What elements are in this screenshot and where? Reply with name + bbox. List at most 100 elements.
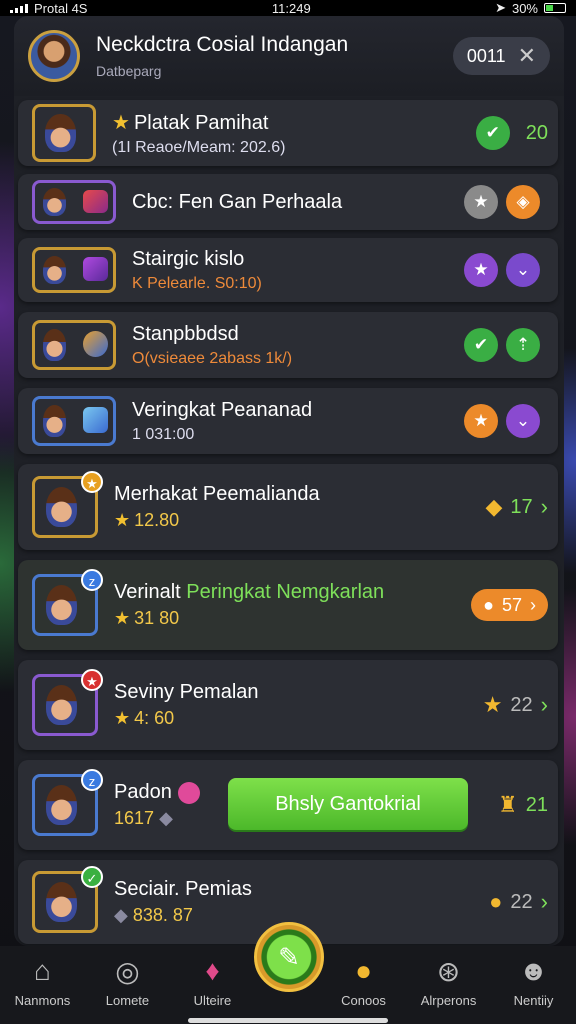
row-title: Platak Pamihat [133, 111, 269, 134]
star-icon: ★ [464, 185, 498, 219]
gem-icon: ◆ [159, 808, 173, 828]
down-icon: ⌄ [506, 253, 540, 287]
nav-item-target[interactable]: ◎ Lomete [85, 955, 170, 1008]
grid-icon: ⊛ [436, 956, 461, 987]
row-subtitle: O(vsieaee 2abass 1k/) [132, 349, 293, 367]
nav-item-grid[interactable]: ⊛ Alrperons [406, 955, 491, 1008]
gem-icon: ♦ [205, 955, 220, 986]
hero-thumbnail [32, 180, 116, 224]
carrier-label: Protal 4S [34, 0, 88, 16]
status-bar: Protal 4S 11:249 ➤ 30% [0, 0, 576, 16]
nav-item-coins[interactable]: ● Conoos [321, 955, 406, 1008]
row-title: Seciair. Pemias [114, 878, 252, 900]
row-points: 31 80 [134, 608, 180, 628]
score-pill[interactable]: ● 57 › [471, 589, 548, 621]
location-icon: ➤ [495, 0, 506, 15]
row-title: Merhakat Peemalianda [114, 483, 320, 505]
hero-thumbnail [32, 247, 116, 293]
hero-thumbnail: ★ [32, 471, 103, 538]
hero-thumbnail: z [32, 769, 103, 836]
chevron-right-icon[interactable]: › [541, 692, 548, 718]
list-item[interactable]: z Padon 1617 ◆ Bhsly Gantokrial ♜ 21 [18, 760, 558, 850]
star-icon: ★ [112, 111, 130, 134]
person-icon: ☻ [518, 955, 549, 986]
gem-icon: ◆ [114, 905, 133, 925]
star-icon: ★ [482, 692, 503, 717]
counter-pill[interactable]: 0011 ✕ [452, 37, 550, 75]
battery-percent: 30% [511, 0, 538, 16]
battery-icon [544, 3, 566, 13]
chevron-right-icon: › [530, 594, 536, 615]
rank-badge: ✓ [81, 866, 103, 888]
list-item[interactable]: z Verinalt Peringkat Nemgkarlan ★ 31 80 ●… [18, 560, 558, 650]
row-score: 22 [510, 890, 533, 913]
center-action-button[interactable]: ✎ [254, 922, 324, 992]
panel-header: Neckdctra Cosial Indangan Datbeparg 0011… [14, 16, 564, 96]
check-icon: ✔ [475, 116, 510, 150]
hero-thumbnail [32, 320, 116, 370]
hero-thumbnail [32, 104, 96, 162]
close-icon[interactable]: ✕ [518, 43, 536, 69]
list-item[interactable]: ★ Merhakat Peemalianda ★ 12.80 ◆ 17 › [18, 464, 558, 550]
hero-thumbnail: ★ [32, 669, 103, 736]
list-item[interactable]: Stairgic kislo K Pelearle. S0:10) ★ ⌄ [18, 238, 558, 302]
row-title: Cbc: Fen Gan Perhaala [132, 190, 343, 213]
rank-badge: z [81, 569, 103, 591]
home-indicator[interactable] [188, 1018, 388, 1023]
row-title: Veringkat Peananad [132, 398, 313, 421]
row-points: 12.80 [134, 510, 180, 530]
target-icon: ◎ [115, 956, 140, 987]
nav-item-profile[interactable]: ☻ Nentiiy [491, 955, 576, 1008]
nav-label: Ulteire [193, 993, 232, 1008]
down-icon: ⌄ [506, 404, 540, 438]
check-icon: ✔ [464, 328, 498, 362]
claim-button[interactable]: Bhsly Gantokrial [228, 778, 468, 830]
nav-label: Alrperons [420, 993, 477, 1008]
coin-icon: ● [355, 955, 372, 986]
row-title: Stanpbbdsd [132, 322, 239, 345]
notification-icon [177, 781, 200, 804]
row-score: 17 [510, 495, 533, 518]
row-score: 57 [501, 594, 522, 615]
row-score: 22 [510, 693, 533, 716]
list-item[interactable]: ★ Seviny Pemalan ★ 4: 60 ★ 22 › [18, 660, 558, 750]
list-item[interactable]: Cbc: Fen Gan Perhaala ★ ◈ [18, 174, 558, 230]
chevron-right-icon[interactable]: › [541, 494, 548, 520]
rank-badge: ★ [81, 471, 103, 493]
list-item[interactable]: Stanpbbdsd O(vsieaee 2abass 1k/) ✔ ⇡ [18, 312, 558, 378]
row-title: Stairgic kislo [132, 247, 245, 270]
star-icon: ★ [114, 608, 131, 628]
coin-icon: ● [489, 889, 503, 914]
nav-label: Conoos [341, 993, 386, 1008]
row-points: 838. 87 [132, 905, 193, 925]
signal-icon [10, 3, 28, 13]
row-subtitle: K Pelearle. S0:10) [132, 274, 262, 292]
coin-icon: ◆ [485, 494, 503, 519]
star-icon: ★ [464, 404, 498, 438]
profile-avatar[interactable] [28, 30, 80, 82]
hero-thumbnail: ✓ [32, 866, 103, 933]
row-title: Seviny Pemalan [114, 681, 259, 703]
coin-icon: ◈ [506, 185, 540, 219]
rank-badge: z [81, 769, 103, 791]
row-points: 4: 60 [134, 708, 175, 728]
nav-item-home[interactable]: ⌂ Nanmons [0, 955, 85, 1008]
list-item[interactable]: Veringkat Peananad 1 031:00 ★ ⌄ [18, 388, 558, 454]
star-icon: ★ [114, 510, 131, 530]
page-subtitle: Datbeparg [96, 63, 162, 79]
leaf-icon: ✎ [278, 941, 300, 972]
row-score: 21 [525, 793, 548, 816]
row-points: 1617 [114, 808, 155, 828]
row-score: 20 [525, 121, 548, 144]
list-item[interactable]: ★ Platak Pamihat (1I Reaoe/Meam: 202.6) ✔… [18, 100, 558, 166]
row-title: Padon [114, 781, 172, 803]
nav-label: Nentiiy [513, 993, 554, 1008]
coin-icon: ● [483, 594, 494, 615]
up-icon: ⇡ [506, 328, 540, 362]
row-subtitle: 1 031:00 [132, 425, 195, 443]
nav-item-gem[interactable]: ♦ Ulteire [170, 955, 255, 1008]
star-icon: ★ [464, 253, 498, 287]
chevron-right-icon[interactable]: › [541, 889, 548, 915]
nav-label: Lomete [105, 993, 150, 1008]
trophy-icon: ♜ [498, 792, 518, 817]
